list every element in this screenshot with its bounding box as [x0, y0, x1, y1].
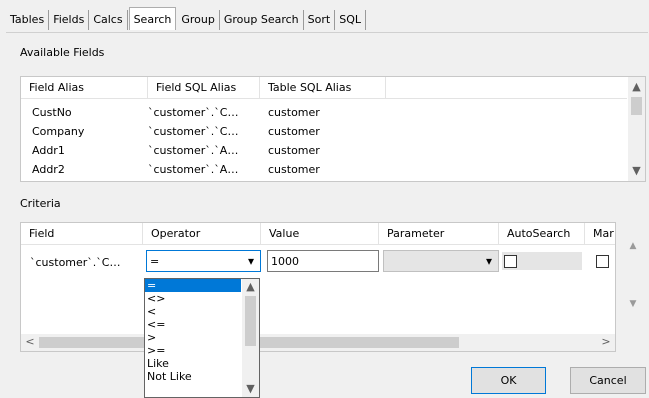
field-alias-cell: Addr2	[32, 163, 65, 176]
operator-option[interactable]: =	[145, 279, 241, 292]
mar-checkbox[interactable]	[596, 255, 609, 268]
operator-select[interactable]: = ▾	[146, 250, 261, 272]
operator-option[interactable]: <>	[145, 292, 241, 305]
scroll-up-icon[interactable]: ▲	[628, 79, 645, 95]
column-header-table-sql-alias[interactable]: Table SQL Alias	[260, 77, 386, 99]
scrollbar-thumb[interactable]	[631, 97, 642, 115]
column-header-field-sql-alias[interactable]: Field SQL Alias	[148, 77, 260, 99]
chevron-down-icon[interactable]: ▾	[248, 252, 254, 270]
scroll-down-icon[interactable]: ▼	[242, 381, 259, 397]
tab-strip: Tables Fields Calcs Search Group Group S…	[6, 7, 366, 30]
operator-option[interactable]: <	[145, 305, 241, 318]
field-alias-cell: Company	[32, 125, 85, 138]
value-input[interactable]: 1000	[267, 250, 379, 272]
table-sql-alias-cell: customer	[268, 106, 320, 119]
parameter-select[interactable]: ▾	[383, 250, 499, 272]
tab-tables[interactable]: Tables	[6, 10, 50, 30]
cancel-button[interactable]: Cancel	[570, 367, 646, 394]
tab-sql[interactable]: SQL	[335, 10, 366, 30]
field-sql-alias-cell: `customer`.`C…	[148, 125, 239, 138]
column-header-parameter[interactable]: Parameter	[379, 223, 499, 245]
field-alias-cell: CustNo	[32, 106, 72, 119]
column-header-operator[interactable]: Operator	[143, 223, 261, 245]
tab-fields[interactable]: Fields	[49, 10, 90, 30]
column-header-field-alias[interactable]: Field Alias	[21, 77, 148, 99]
autosearch-checkbox[interactable]	[504, 255, 517, 268]
operator-option[interactable]: Like	[145, 357, 241, 370]
field-alias-cell: Addr1	[32, 144, 65, 157]
tab-divider	[6, 32, 648, 33]
tab-group-search[interactable]: Group Search	[220, 10, 304, 30]
operator-option[interactable]: >	[145, 331, 241, 344]
column-header-value[interactable]: Value	[261, 223, 379, 245]
field-sql-alias-cell: `customer`.`C…	[148, 106, 239, 119]
operator-option[interactable]: Not Like	[145, 370, 241, 383]
operator-select-value: =	[150, 255, 160, 268]
ok-button[interactable]: OK	[471, 367, 546, 394]
available-fields-vscrollbar[interactable]: ▲ ▼	[628, 77, 645, 181]
scroll-down-icon[interactable]: ▼	[628, 163, 645, 179]
table-sql-alias-cell: customer	[268, 163, 320, 176]
column-header-autosearch[interactable]: AutoSearch	[499, 223, 585, 245]
dropdown-vscrollbar[interactable]: ▲ ▼	[242, 279, 259, 397]
operator-option[interactable]: >=	[145, 344, 241, 357]
chevron-down-icon[interactable]: ▾	[486, 252, 492, 270]
table-sql-alias-cell: customer	[268, 144, 320, 157]
criteria-field-cell[interactable]: `customer`.`C…	[30, 254, 142, 271]
scrollbar-thumb[interactable]	[245, 296, 256, 346]
criteria-grid: Field Operator Value Parameter AutoSearc…	[20, 222, 616, 352]
available-fields-label: Available Fields	[20, 46, 105, 59]
table-sql-alias-cell: customer	[268, 125, 320, 138]
available-fields-grid: Field Alias Field SQL Alias Table SQL Al…	[20, 76, 646, 182]
available-fields-header: Field Alias Field SQL Alias Table SQL Al…	[21, 77, 627, 99]
field-sql-alias-cell: `customer`.`A…	[148, 163, 239, 176]
tab-search[interactable]: Search	[128, 7, 177, 30]
move-down-icon[interactable]: ▼	[625, 296, 641, 312]
tab-calcs[interactable]: Calcs	[89, 10, 128, 30]
operator-option[interactable]: <=	[145, 318, 241, 331]
operator-dropdown-list[interactable]: = <> < <= > >= Like Not Like ▲ ▼	[144, 278, 260, 398]
tab-sort[interactable]: Sort	[304, 10, 336, 30]
scroll-up-icon[interactable]: ▲	[242, 279, 259, 295]
scroll-left-icon[interactable]: <	[23, 334, 37, 350]
field-sql-alias-cell: `customer`.`A…	[148, 144, 239, 157]
criteria-hscrollbar[interactable]: < >	[21, 334, 615, 351]
value-input-text: 1000	[271, 255, 299, 268]
criteria-header: Field Operator Value Parameter AutoSearc…	[21, 223, 615, 245]
move-up-icon[interactable]: ▲	[625, 238, 641, 254]
scroll-right-icon[interactable]: >	[599, 334, 613, 350]
column-header-field[interactable]: Field	[21, 223, 143, 245]
column-header-mar[interactable]: Mar	[585, 223, 615, 245]
tab-group[interactable]: Group	[177, 10, 220, 30]
criteria-label: Criteria	[20, 197, 61, 210]
